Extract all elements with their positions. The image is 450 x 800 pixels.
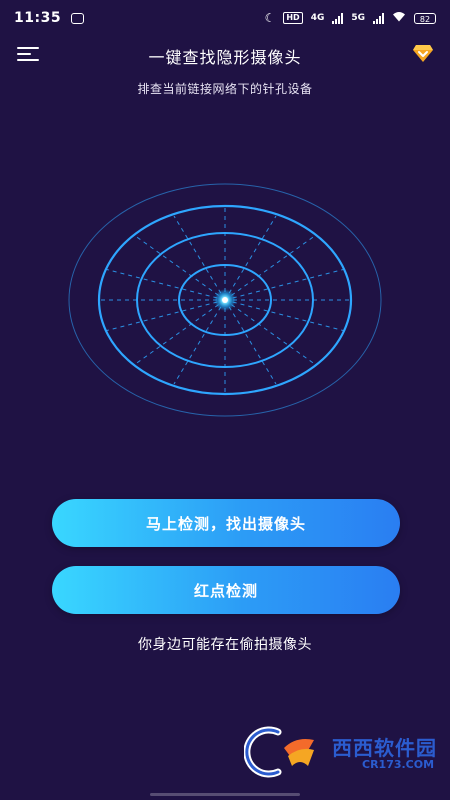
radar-center-dot xyxy=(222,297,228,303)
watermark-text: 西西软件园 xyxy=(332,736,437,760)
wifi-icon xyxy=(392,11,406,25)
app-header: 一键查找隐形摄像头 xyxy=(0,36,450,72)
status-time: 11:35 xyxy=(14,10,62,26)
detect-camera-button[interactable]: 马上检测，找出摄像头 xyxy=(52,499,400,547)
radar-scanner xyxy=(65,183,385,423)
hd-badge: HD xyxy=(283,12,303,24)
signal-4g-icon xyxy=(332,12,344,24)
notification-icon xyxy=(71,12,85,24)
red-dot-detect-button[interactable]: 红点检测 xyxy=(52,566,400,614)
page-subtitle: 排查当前链接网络下的针孔设备 xyxy=(137,82,313,96)
status-left: 11:35 xyxy=(14,10,85,26)
vip-diamond-icon[interactable] xyxy=(412,43,434,63)
watermark-url: CR173.COM xyxy=(362,758,435,771)
warning-hint: 你身边可能存在偷拍摄像头 xyxy=(138,637,312,653)
network-4g-label: 4G xyxy=(310,13,325,23)
status-right: ☾ HD 4G 5G 82 xyxy=(265,11,436,25)
battery-icon: 82 xyxy=(414,12,436,24)
moon-icon: ☾ xyxy=(264,11,276,25)
signal-5g-icon xyxy=(373,12,384,24)
radar-graphic xyxy=(68,183,382,417)
network-5g-label: 5G xyxy=(351,13,365,23)
status-bar: 11:35 ☾ HD 4G 5G 82 xyxy=(0,0,450,36)
watermark-logo: 西西软件园 CR173.COM xyxy=(243,726,440,782)
watermark-emblem xyxy=(243,726,314,778)
page-title: 一键查找隐形摄像头 xyxy=(148,48,302,67)
home-indicator[interactable] xyxy=(150,793,300,796)
